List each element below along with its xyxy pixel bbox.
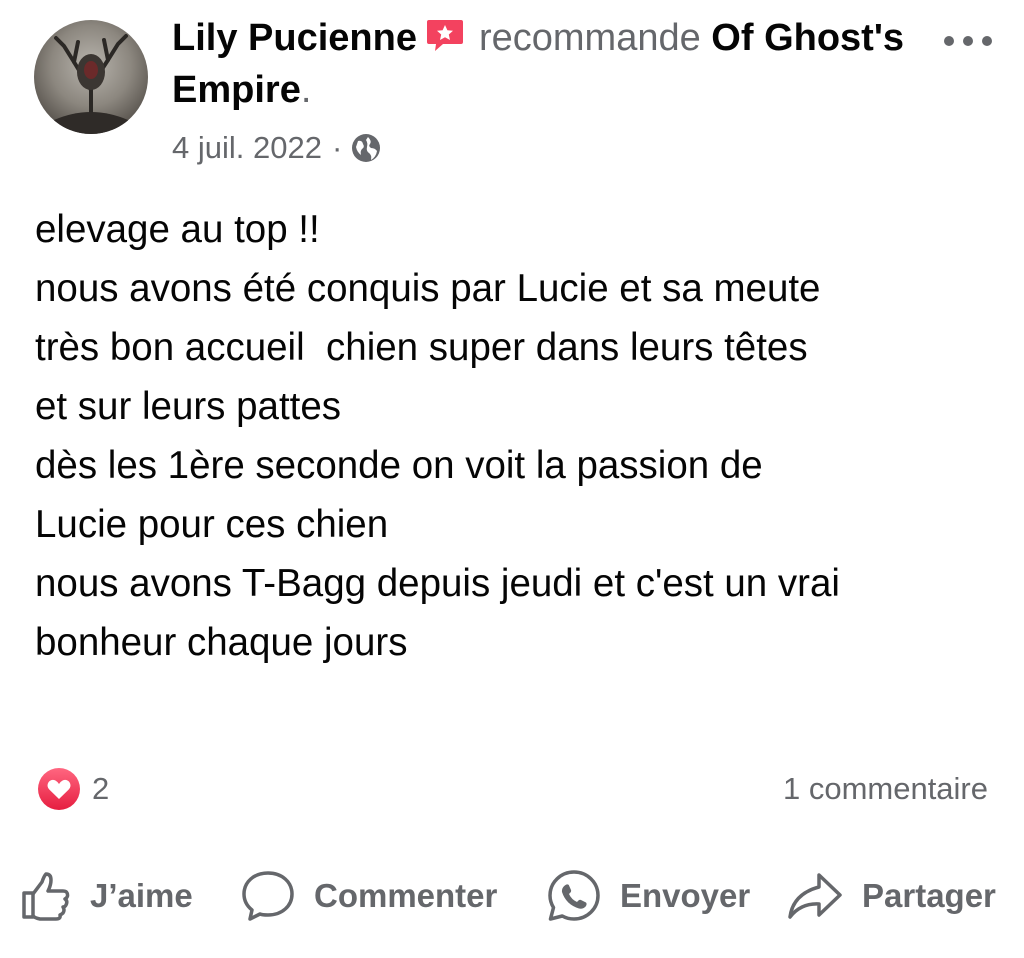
post-body-line: dès les 1ère seconde on voit la passion …: [35, 444, 763, 487]
comment-label: Commenter: [314, 877, 498, 914]
love-icon: [36, 766, 82, 812]
post-card: Lily Pucienne recommande Of Ghost's Empi…: [0, 0, 1024, 958]
like-label: J’aime: [90, 877, 193, 914]
more-options-button[interactable]: [938, 22, 998, 58]
like-button[interactable]: J’aime: [20, 862, 193, 930]
author-name[interactable]: Lily Pucienne: [172, 17, 417, 59]
header-period: .: [300, 69, 312, 111]
post-body-line: très bon accueil chien super dans leurs …: [35, 326, 808, 369]
recommend-verb: recommande: [478, 17, 701, 59]
avatar[interactable]: [34, 20, 148, 134]
share-button[interactable]: Partager: [786, 862, 996, 930]
comment-count-link[interactable]: 1 commentaire: [783, 766, 988, 812]
share-arrow-icon: [788, 873, 842, 919]
post-header: Lily Pucienne recommande Of Ghost's Empi…: [172, 12, 912, 116]
whatsapp-icon: [548, 870, 600, 921]
post-date[interactable]: 4 juil. 2022: [172, 126, 322, 170]
post-body-line: bonheur chaque jours: [35, 621, 408, 664]
thumbs-up-icon: [22, 872, 70, 921]
post-body-line: nous avons été conquis par Lucie et sa m…: [35, 267, 821, 310]
comment-button[interactable]: Commenter: [240, 862, 497, 930]
post-body-line: elevage au top !!: [35, 208, 320, 251]
more-dot-icon: [982, 36, 992, 46]
globe-icon[interactable]: [350, 132, 382, 164]
reactions-summary[interactable]: 2: [36, 766, 109, 812]
action-bar: J’aime Commenter Envoyer Partager: [0, 862, 1024, 930]
more-dot-icon: [963, 36, 973, 46]
reaction-count: 2: [92, 771, 110, 806]
share-label: Partager: [862, 877, 996, 914]
post-meta: 4 juil. 2022 ·: [172, 126, 382, 170]
recommend-icon: [425, 16, 465, 52]
send-button[interactable]: Envoyer: [546, 862, 750, 930]
post-body-line: Lucie pour ces chien: [35, 503, 389, 546]
post-body-line: nous avons T-Bagg depuis jeudi et c'est …: [35, 562, 840, 605]
meta-separator: ·: [331, 130, 343, 165]
more-dot-icon: [944, 36, 954, 46]
send-label: Envoyer: [620, 877, 751, 914]
post-body-line: et sur leurs pattes: [35, 385, 342, 428]
comment-bubble-icon: [242, 871, 294, 921]
post-body: elevage au top !! nous avons été conquis…: [35, 200, 995, 672]
